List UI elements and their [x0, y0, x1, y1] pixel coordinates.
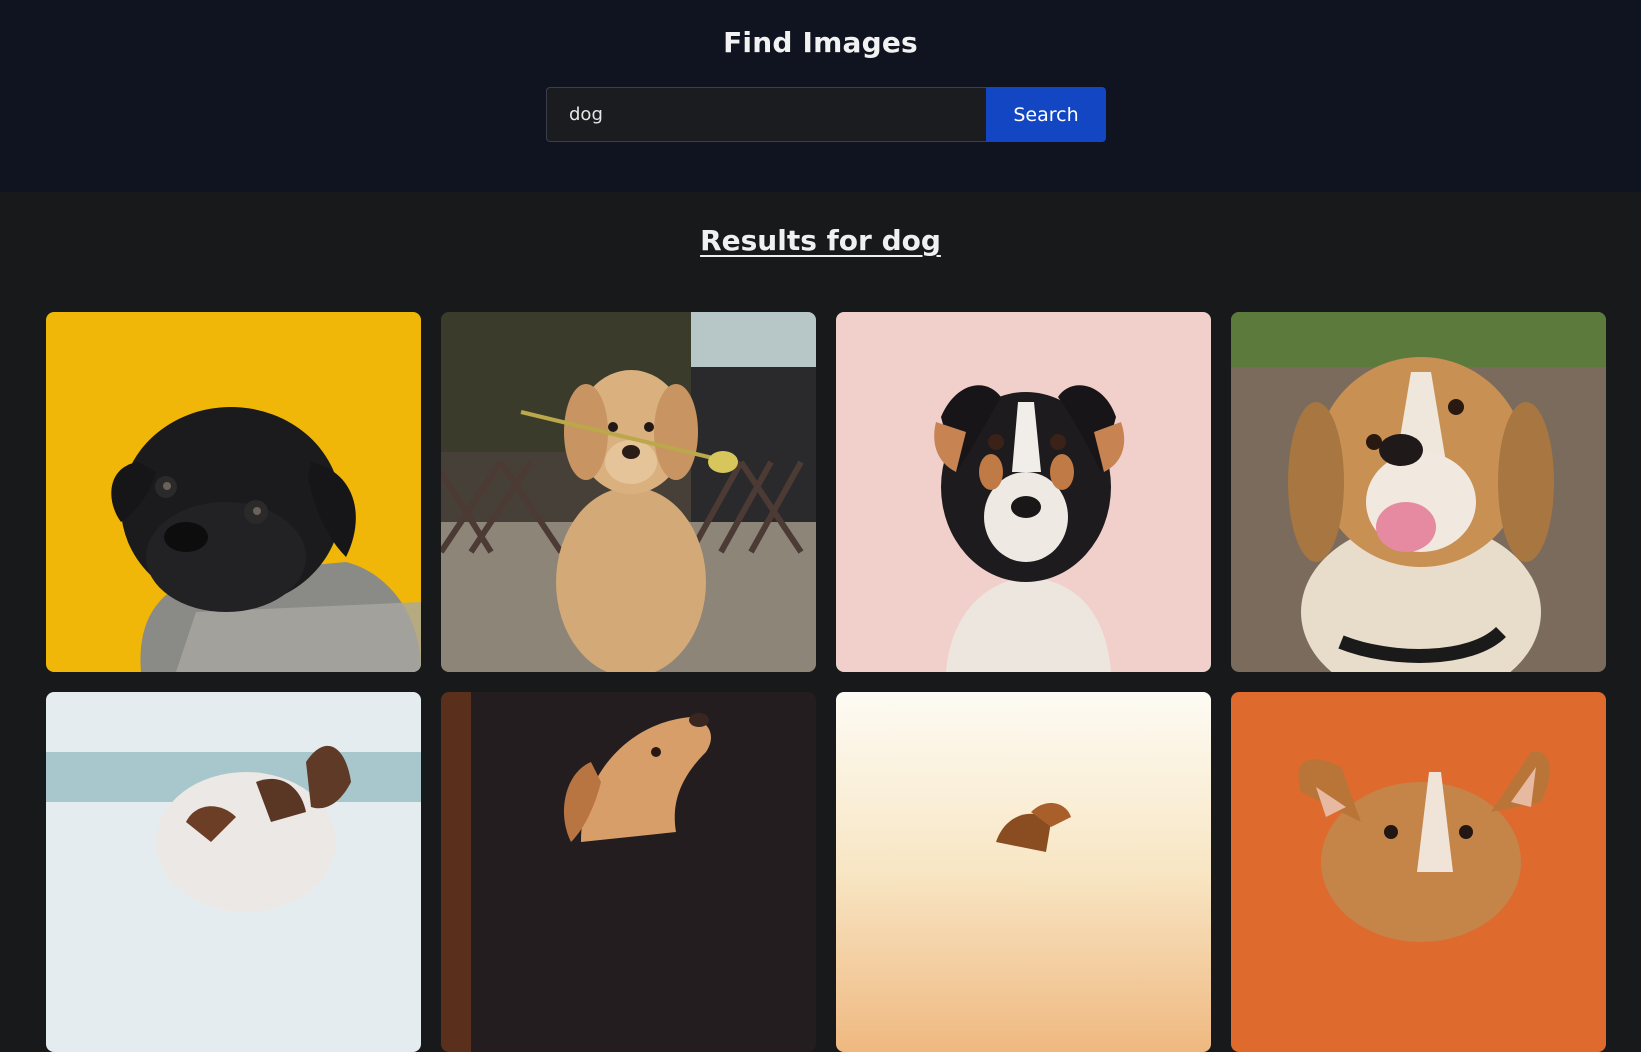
- beagle-image: [1231, 312, 1606, 672]
- app-title: Find Images: [723, 26, 918, 59]
- search-input[interactable]: [546, 87, 986, 142]
- search-button[interactable]: Search: [986, 87, 1106, 142]
- terrier-image: [836, 312, 1211, 672]
- results-heading: Results for dog: [0, 224, 1641, 257]
- corgi-image: [1231, 692, 1606, 1052]
- image-card-corgi[interactable]: [1231, 692, 1606, 1052]
- dog-by-sea-image: [46, 692, 421, 1052]
- image-card-terrier[interactable]: [836, 312, 1211, 672]
- image-card-beagle[interactable]: [1231, 312, 1606, 672]
- search-form: Search: [546, 87, 1106, 142]
- header: Find Images Search: [0, 0, 1641, 192]
- pug-image: [46, 312, 421, 672]
- image-grid: [46, 312, 1606, 1052]
- results-heading-text: Results for dog: [700, 224, 941, 257]
- image-card-pug[interactable]: [46, 312, 421, 672]
- image-card-golden-retriever[interactable]: [441, 312, 816, 672]
- image-card-labrador[interactable]: [441, 692, 816, 1052]
- labrador-image: [441, 692, 816, 1052]
- sunset-dog-image: [836, 692, 1211, 1052]
- image-card-dog-by-sea[interactable]: [46, 692, 421, 1052]
- image-card-sunset-dog[interactable]: [836, 692, 1211, 1052]
- golden-retriever-image: [441, 312, 816, 672]
